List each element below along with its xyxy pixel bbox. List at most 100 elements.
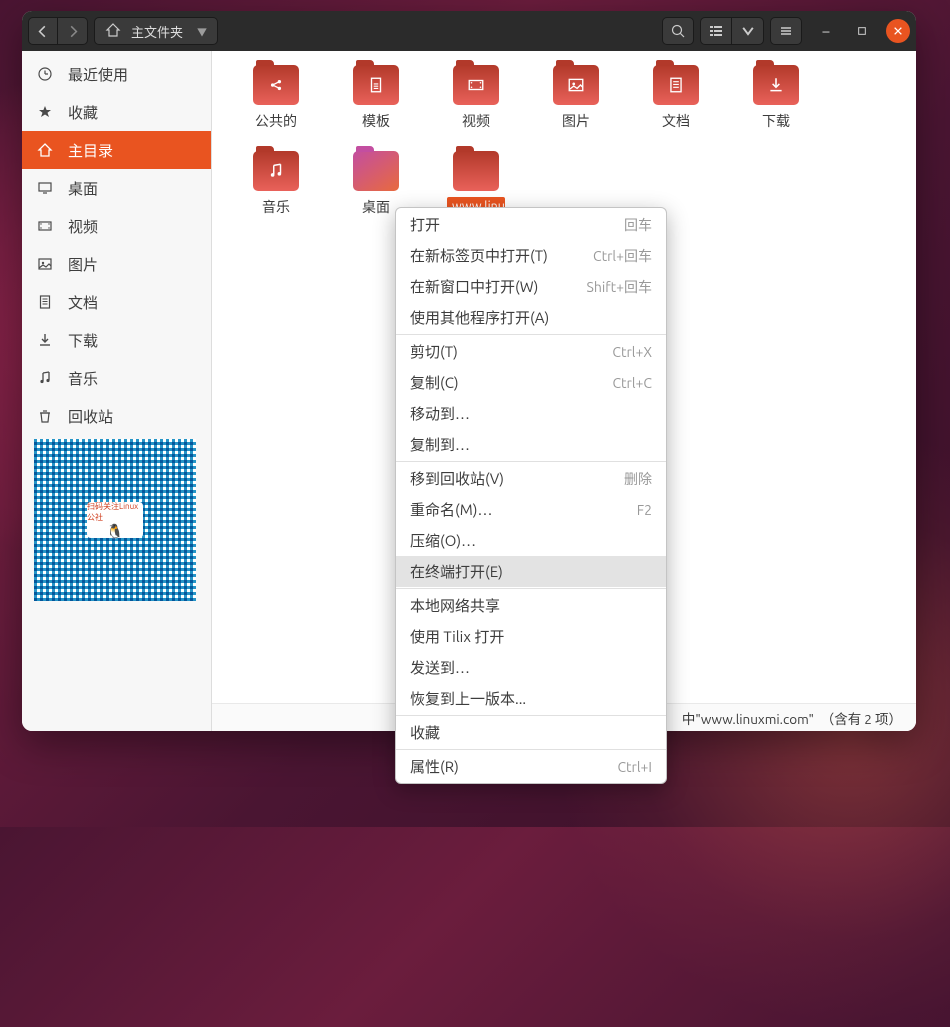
share-icon	[253, 65, 299, 105]
sidebar-item-trash[interactable]: 回收站	[22, 397, 211, 435]
folder-item[interactable]: 音乐	[226, 151, 326, 231]
view-options-button[interactable]	[732, 17, 764, 45]
folder-icon	[453, 151, 499, 191]
chevron-down-icon	[740, 23, 756, 39]
menu-item-label: 剪切(T)	[410, 341, 458, 362]
sidebar-item-label: 视频	[68, 216, 98, 237]
menu-separator	[396, 749, 666, 750]
menu-item-label: 复制到…	[410, 434, 470, 455]
menu-item[interactable]: 在终端打开(E)	[396, 556, 666, 587]
menu-item-label: 在终端打开(E)	[410, 561, 503, 582]
folder-label: 模板	[362, 111, 390, 131]
maximize-button[interactable]	[850, 19, 874, 43]
sidebar-item-label: 回收站	[68, 406, 113, 427]
qr-label: 扫码关注Linux公社	[87, 501, 143, 523]
chevron-left-icon	[37, 25, 50, 38]
folder-item[interactable]: 下载	[726, 65, 826, 145]
folder-item[interactable]: 图片	[526, 65, 626, 145]
image-icon	[553, 65, 599, 105]
menu-item-label: 恢复到上一版本...	[410, 688, 526, 709]
menu-item-label: 属性(R)	[410, 756, 459, 777]
sidebar-item-download[interactable]: 下载	[22, 321, 211, 359]
menu-item[interactable]: 剪切(T) Ctrl+X	[396, 336, 666, 367]
menu-item[interactable]: 在新窗口中打开(W)Shift+回车	[396, 271, 666, 302]
menu-item[interactable]: 收藏	[396, 717, 666, 748]
menu-item-label: 收藏	[410, 722, 440, 743]
menu-item[interactable]: 恢复到上一版本...	[396, 683, 666, 714]
view-list-button[interactable]	[700, 17, 732, 45]
menu-item-label: 本地网络共享	[410, 595, 500, 616]
maximize-icon	[857, 26, 867, 36]
video-icon	[36, 217, 54, 235]
chevron-down-icon[interactable]: ▼	[197, 24, 207, 39]
music-icon	[253, 151, 299, 191]
menu-item-label: 发送到…	[410, 657, 470, 678]
document-icon	[653, 65, 699, 105]
clock-icon	[36, 65, 54, 83]
folder-label: 图片	[562, 111, 590, 131]
menu-item-accelerator: Ctrl+I	[617, 759, 652, 775]
sidebar-item-star[interactable]: 收藏	[22, 93, 211, 131]
folder-item[interactable]: 模板	[326, 65, 426, 145]
menu-item[interactable]: 在新标签页中打开(T)Ctrl+回车	[396, 240, 666, 271]
menu-item[interactable]: 打开回车	[396, 209, 666, 240]
sidebar-item-music[interactable]: 音乐	[22, 359, 211, 397]
folder-item[interactable]: 视频	[426, 65, 526, 145]
menu-item-accelerator: 删除	[624, 469, 652, 489]
folder-label: 视频	[462, 111, 490, 131]
sidebar-item-label: 下载	[68, 330, 98, 351]
sidebar-item-desktop[interactable]: 桌面	[22, 169, 211, 207]
menu-item[interactable]: 复制到…	[396, 429, 666, 460]
menu-separator	[396, 715, 666, 716]
sidebar-item-home[interactable]: 主目录	[22, 131, 211, 169]
sidebar-item-label: 文档	[68, 292, 98, 313]
sidebar-item-label: 音乐	[68, 368, 98, 389]
sidebar-item-label: 最近使用	[68, 64, 128, 85]
video-icon	[453, 65, 499, 105]
breadcrumb[interactable]: 主文件夹 ▼	[94, 17, 218, 45]
folder-item[interactable]: 公共的	[226, 65, 326, 145]
template-icon	[353, 65, 399, 105]
hamburger-menu-button[interactable]	[770, 17, 802, 45]
menu-separator	[396, 588, 666, 589]
trash-icon	[36, 407, 54, 425]
folder-item[interactable]: 文档	[626, 65, 726, 145]
sidebar-item-label: 桌面	[68, 178, 98, 199]
nav-forward-button[interactable]	[58, 17, 88, 45]
menu-item-label: 打开	[410, 214, 440, 235]
menu-item[interactable]: 复制(C)Ctrl+C	[396, 367, 666, 398]
titlebar: 主文件夹 ▼ –	[22, 11, 916, 51]
menu-item-label: 使用 Tilix 打开	[410, 626, 504, 647]
menu-item[interactable]: 发送到…	[396, 652, 666, 683]
minimize-button[interactable]: –	[814, 19, 838, 43]
sidebar-item-clock[interactable]: 最近使用	[22, 55, 211, 93]
desktop-icon	[36, 179, 54, 197]
menu-item-accelerator: Ctrl+X	[612, 344, 652, 360]
menu-item[interactable]: 使用其他程序打开(A)	[396, 302, 666, 333]
sidebar-item-label: 图片	[68, 254, 98, 275]
nav-back-button[interactable]	[28, 17, 58, 45]
image-icon	[36, 255, 54, 273]
menu-item-label: 复制(C)	[410, 372, 459, 393]
close-button[interactable]	[886, 19, 910, 43]
menu-item[interactable]: 压缩(O)…	[396, 525, 666, 556]
menu-separator	[396, 334, 666, 335]
sidebar: 最近使用收藏主目录桌面视频图片文档下载音乐回收站扫码关注Linux公社🐧	[22, 51, 212, 731]
sidebar-item-video[interactable]: 视频	[22, 207, 211, 245]
sidebar-item-image[interactable]: 图片	[22, 245, 211, 283]
menu-item[interactable]: 属性(R) Ctrl+I	[396, 751, 666, 782]
menu-item-label: 重命名(M)…	[410, 499, 492, 520]
menu-item[interactable]: 本地网络共享	[396, 590, 666, 621]
menu-item[interactable]: 移动到…	[396, 398, 666, 429]
menu-item[interactable]: 使用 Tilix 打开	[396, 621, 666, 652]
menu-item-label: 使用其他程序打开(A)	[410, 307, 549, 328]
menu-item[interactable]: 移到回收站(V)删除	[396, 463, 666, 494]
menu-item-label: 在新窗口中打开(W)	[410, 276, 538, 297]
context-menu: 打开回车在新标签页中打开(T)Ctrl+回车在新窗口中打开(W)Shift+回车…	[395, 207, 667, 784]
search-button[interactable]	[662, 17, 694, 45]
menu-item[interactable]: 重命名(M)…F2	[396, 494, 666, 525]
download-icon	[36, 331, 54, 349]
penguin-icon: 🐧	[106, 523, 123, 540]
sidebar-item-document[interactable]: 文档	[22, 283, 211, 321]
list-icon	[708, 23, 724, 39]
